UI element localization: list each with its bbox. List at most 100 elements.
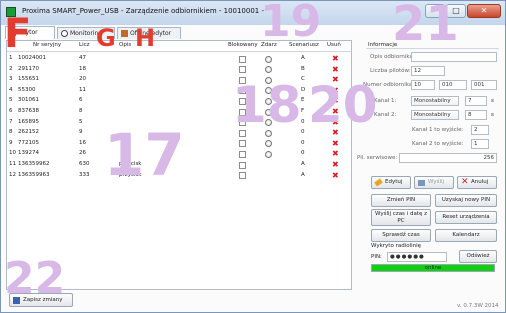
liczba-label: Liczba pilotów:	[370, 68, 411, 74]
col-serial[interactable]: Nr seryjny	[33, 42, 61, 48]
x-icon: ✕	[461, 177, 469, 187]
event-indicator[interactable]	[265, 55, 272, 63]
delete-icon[interactable]: ✖	[332, 139, 339, 148]
kanal2-time-input[interactable]: 8	[465, 110, 487, 120]
row-scenario: 0	[301, 139, 305, 146]
row-index: 8	[9, 129, 13, 136]
kanal1-unit: s	[491, 98, 494, 104]
row-count: 9	[79, 129, 83, 136]
kanal2-mode-select[interactable]: Monostabilny	[411, 110, 459, 120]
kanal1-wyjscie-input[interactable]: 2	[471, 125, 489, 135]
refresh-button[interactable]: Odśwież	[459, 250, 497, 263]
row-scenario: A	[301, 161, 305, 167]
send-time-button[interactable]: Wyślij czas i datę z PC	[371, 209, 431, 226]
event-indicator[interactable]	[265, 150, 272, 158]
send-button[interactable]: Wyślij	[414, 176, 454, 189]
blocked-checkbox[interactable]	[239, 140, 246, 148]
close-button[interactable]: ✕	[467, 4, 501, 18]
delete-icon[interactable]: ✖	[332, 149, 339, 158]
row-index: 12	[9, 171, 16, 178]
row-index: 5	[9, 97, 13, 104]
numer-part2: 010	[439, 80, 467, 90]
numer-part1: 10	[411, 80, 435, 90]
floppy-icon	[418, 180, 425, 186]
opis-input[interactable]	[411, 52, 497, 62]
delete-icon[interactable]: ✖	[332, 160, 339, 169]
kanal1-time-input[interactable]: 7	[465, 96, 487, 106]
connection-status-text: online	[424, 265, 442, 271]
annotation-19: 19	[260, 0, 322, 47]
kanal1-mode-select[interactable]: Monostabilny	[411, 96, 459, 106]
row-count: 26	[79, 150, 86, 157]
blocked-checkbox[interactable]	[239, 66, 246, 74]
kanal2-unit: s	[491, 112, 494, 118]
col-desc[interactable]: Opis	[119, 42, 131, 48]
row-index: 2	[9, 65, 13, 72]
window-title: Proxima SMART_Power_USB - Zarządzenie od…	[22, 7, 264, 15]
row-index: 10	[9, 150, 16, 157]
calendar-button[interactable]: Kalendarz	[435, 229, 497, 242]
offline-editor-icon	[121, 30, 128, 37]
row-serial: 837638	[18, 108, 39, 114]
edit-button[interactable]: Edytuj	[371, 176, 411, 189]
row-index: 3	[9, 76, 13, 83]
row-serial: 301061	[18, 97, 39, 104]
row-serial: 136359963	[18, 171, 50, 178]
row-index: 7	[9, 118, 13, 125]
row-scenario: 0	[301, 150, 305, 157]
blocked-checkbox[interactable]	[239, 55, 246, 63]
radio-detected-label: Wykryto radiolinię	[371, 243, 422, 249]
row-serial: 155651	[18, 76, 39, 83]
row-serial: 165895	[18, 118, 39, 125]
row-count: 333	[79, 171, 90, 178]
row-scenario: D	[301, 86, 306, 93]
cancel-button[interactable]: ✕ Anuluj	[457, 176, 497, 189]
row-count: 20	[79, 76, 86, 83]
table-row[interactable]: 1 10024001 47 A ✖	[7, 54, 351, 65]
version-label: v. 0.7.3W 2014	[457, 303, 499, 309]
row-count: 8	[79, 108, 83, 114]
table-row[interactable]: 2 291170 18 B ✖	[7, 65, 351, 76]
pin-input[interactable]: ●●●●●●	[387, 252, 447, 262]
row-serial: 55300	[18, 86, 36, 93]
annotation-21: 21	[392, 0, 459, 52]
change-pin-button[interactable]: Zmień PIN	[371, 194, 431, 207]
blocked-checkbox[interactable]	[239, 161, 246, 169]
reset-device-button[interactable]: Reset urządzenia	[435, 211, 497, 224]
pil-serwisowe-input: 256	[399, 153, 497, 163]
row-count: 47	[79, 55, 86, 61]
row-count: 630	[79, 161, 90, 167]
row-count: 6	[79, 97, 83, 104]
blocked-checkbox[interactable]	[239, 150, 246, 158]
check-time-button[interactable]: Sprawdź czas	[371, 229, 431, 242]
event-indicator[interactable]	[265, 66, 272, 74]
annotation-h: H	[135, 24, 156, 52]
row-index: 11	[9, 161, 16, 167]
pencil-icon	[374, 178, 383, 187]
row-serial: 139274	[18, 150, 39, 157]
row-serial: 291170	[18, 65, 39, 72]
row-count: 11	[79, 86, 86, 93]
get-new-pin-button[interactable]: Uzyskaj nowy PIN	[435, 194, 497, 207]
row-index: 9	[9, 139, 13, 146]
kanal2-wyjscie-input[interactable]: 1	[471, 139, 489, 149]
annotation-17: 17	[104, 121, 185, 189]
opis-label: Opis odbiornika:	[370, 54, 415, 60]
col-blocked[interactable]: Blokowany	[228, 42, 258, 48]
row-index: 4	[9, 86, 13, 93]
annotation-f: F	[4, 11, 32, 57]
row-count: 16	[79, 139, 86, 146]
blocked-checkbox[interactable]	[239, 172, 246, 180]
annotation-g: G	[96, 24, 116, 52]
row-count: 5	[79, 118, 83, 125]
delete-icon[interactable]: ✖	[332, 171, 339, 180]
delete-icon[interactable]: ✖	[332, 54, 339, 63]
col-count[interactable]: Licz	[79, 42, 90, 48]
pin-label: PIN:	[371, 254, 382, 260]
row-count: 18	[79, 65, 86, 72]
annotation-22: 22	[4, 253, 66, 304]
row-index: 6	[9, 108, 13, 114]
delete-icon[interactable]: ✖	[332, 65, 339, 74]
event-indicator[interactable]	[265, 140, 272, 148]
col-delete[interactable]: Usuń	[327, 42, 341, 48]
